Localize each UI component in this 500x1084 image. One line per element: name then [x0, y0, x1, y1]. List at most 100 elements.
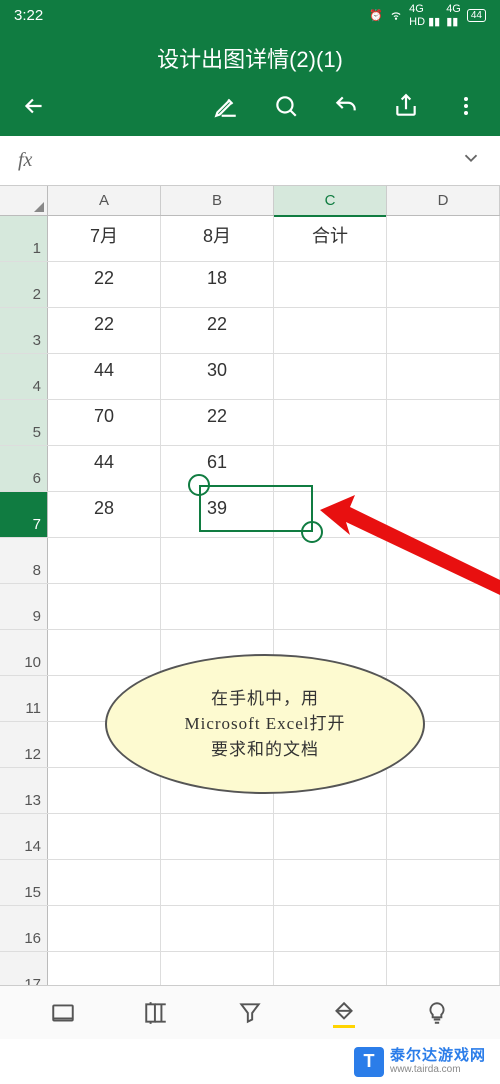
undo-icon[interactable]: [332, 92, 360, 120]
table-row: 22218: [0, 262, 500, 308]
row-header[interactable]: 8: [0, 538, 48, 583]
row-header[interactable]: 16: [0, 906, 48, 951]
cell[interactable]: [274, 446, 387, 491]
status-bar: 3:22 ⏰ 4GHD ▮▮ 4G▮▮ 44: [0, 0, 500, 30]
cell[interactable]: [48, 860, 161, 905]
selection-handle-bottom[interactable]: [301, 521, 323, 543]
cell[interactable]: [387, 216, 500, 261]
row-header[interactable]: 10: [0, 630, 48, 675]
search-icon[interactable]: [272, 92, 300, 120]
filter-icon[interactable]: [236, 999, 264, 1027]
pen-icon[interactable]: [212, 92, 240, 120]
row-header[interactable]: 14: [0, 814, 48, 859]
cell[interactable]: 61: [161, 446, 274, 491]
cell[interactable]: [48, 768, 161, 813]
cell[interactable]: [48, 630, 161, 675]
cell[interactable]: [161, 906, 274, 951]
watermark-title: 泰尔达游戏网: [390, 1048, 486, 1065]
cell[interactable]: [387, 630, 500, 675]
cell[interactable]: [161, 814, 274, 859]
cell[interactable]: [387, 584, 500, 629]
table-row: 9: [0, 584, 500, 630]
column-icon[interactable]: [142, 999, 170, 1027]
chevron-down-icon[interactable]: [460, 147, 482, 174]
table-row: 15: [0, 860, 500, 906]
row-header[interactable]: 2: [0, 262, 48, 307]
row-header[interactable]: 1: [0, 216, 48, 261]
spreadsheet-grid[interactable]: ABCD 17月8月合计2221832222444305702264461728…: [0, 186, 500, 1044]
cell[interactable]: 22: [161, 400, 274, 445]
cell[interactable]: [387, 860, 500, 905]
table-row: 57022: [0, 400, 500, 446]
cell[interactable]: [387, 400, 500, 445]
row-header[interactable]: 6: [0, 446, 48, 491]
select-all-corner[interactable]: [0, 186, 48, 215]
cell[interactable]: 18: [161, 262, 274, 307]
cell[interactable]: [161, 860, 274, 905]
cell[interactable]: [387, 262, 500, 307]
formula-bar[interactable]: fx: [0, 136, 500, 186]
cell[interactable]: [387, 906, 500, 951]
col-header-D[interactable]: D: [387, 186, 500, 215]
col-header-B[interactable]: B: [161, 186, 274, 215]
back-button[interactable]: [20, 92, 48, 120]
row-header[interactable]: 5: [0, 400, 48, 445]
cell[interactable]: [387, 814, 500, 859]
cell[interactable]: [387, 446, 500, 491]
cell[interactable]: [48, 906, 161, 951]
row-header[interactable]: 3: [0, 308, 48, 353]
cell[interactable]: 合计: [274, 216, 387, 261]
annotation-line3: 要求和的文档: [185, 737, 346, 763]
cell[interactable]: 30: [161, 354, 274, 399]
cell[interactable]: [274, 538, 387, 583]
col-header-C[interactable]: C: [274, 186, 387, 215]
watermark-url: www.tairda.com: [390, 1064, 486, 1075]
cell[interactable]: [274, 906, 387, 951]
cell[interactable]: [48, 814, 161, 859]
cell[interactable]: 7月: [48, 216, 161, 261]
cell[interactable]: [387, 308, 500, 353]
row-header[interactable]: 9: [0, 584, 48, 629]
cell[interactable]: [274, 400, 387, 445]
share-icon[interactable]: [392, 92, 420, 120]
cell[interactable]: [48, 584, 161, 629]
fill-color-icon[interactable]: [330, 999, 358, 1027]
lightbulb-icon[interactable]: [423, 999, 451, 1027]
cell[interactable]: [387, 768, 500, 813]
row-header[interactable]: 11: [0, 676, 48, 721]
column-headers: ABCD: [0, 186, 500, 216]
cell[interactable]: [274, 262, 387, 307]
card-view-icon[interactable]: [49, 999, 77, 1027]
cell[interactable]: 22: [48, 308, 161, 353]
cell[interactable]: [274, 354, 387, 399]
cell[interactable]: 28: [48, 492, 161, 537]
cell[interactable]: 70: [48, 400, 161, 445]
cell[interactable]: [274, 860, 387, 905]
signal-4g-icon-2: 4G▮▮: [446, 3, 461, 28]
cell[interactable]: [274, 814, 387, 859]
row-header[interactable]: 4: [0, 354, 48, 399]
cell[interactable]: [387, 354, 500, 399]
cell[interactable]: [161, 584, 274, 629]
cell[interactable]: [387, 538, 500, 583]
cell[interactable]: 8月: [161, 216, 274, 261]
row-header[interactable]: 12: [0, 722, 48, 767]
cell[interactable]: 44: [48, 446, 161, 491]
cell[interactable]: [274, 584, 387, 629]
table-row: 32222: [0, 308, 500, 354]
col-header-A[interactable]: A: [48, 186, 161, 215]
row-header[interactable]: 15: [0, 860, 48, 905]
more-menu-icon[interactable]: [452, 92, 480, 120]
cell[interactable]: 39: [161, 492, 274, 537]
selection-handle-top[interactable]: [188, 474, 210, 496]
cell[interactable]: 22: [161, 308, 274, 353]
cell[interactable]: [48, 538, 161, 583]
row-header[interactable]: 7: [0, 492, 48, 537]
row-header[interactable]: 13: [0, 768, 48, 813]
cell[interactable]: [387, 492, 500, 537]
cell[interactable]: [161, 538, 274, 583]
cell[interactable]: 44: [48, 354, 161, 399]
cell[interactable]: 22: [48, 262, 161, 307]
cell[interactable]: [274, 308, 387, 353]
cell[interactable]: [274, 492, 387, 537]
